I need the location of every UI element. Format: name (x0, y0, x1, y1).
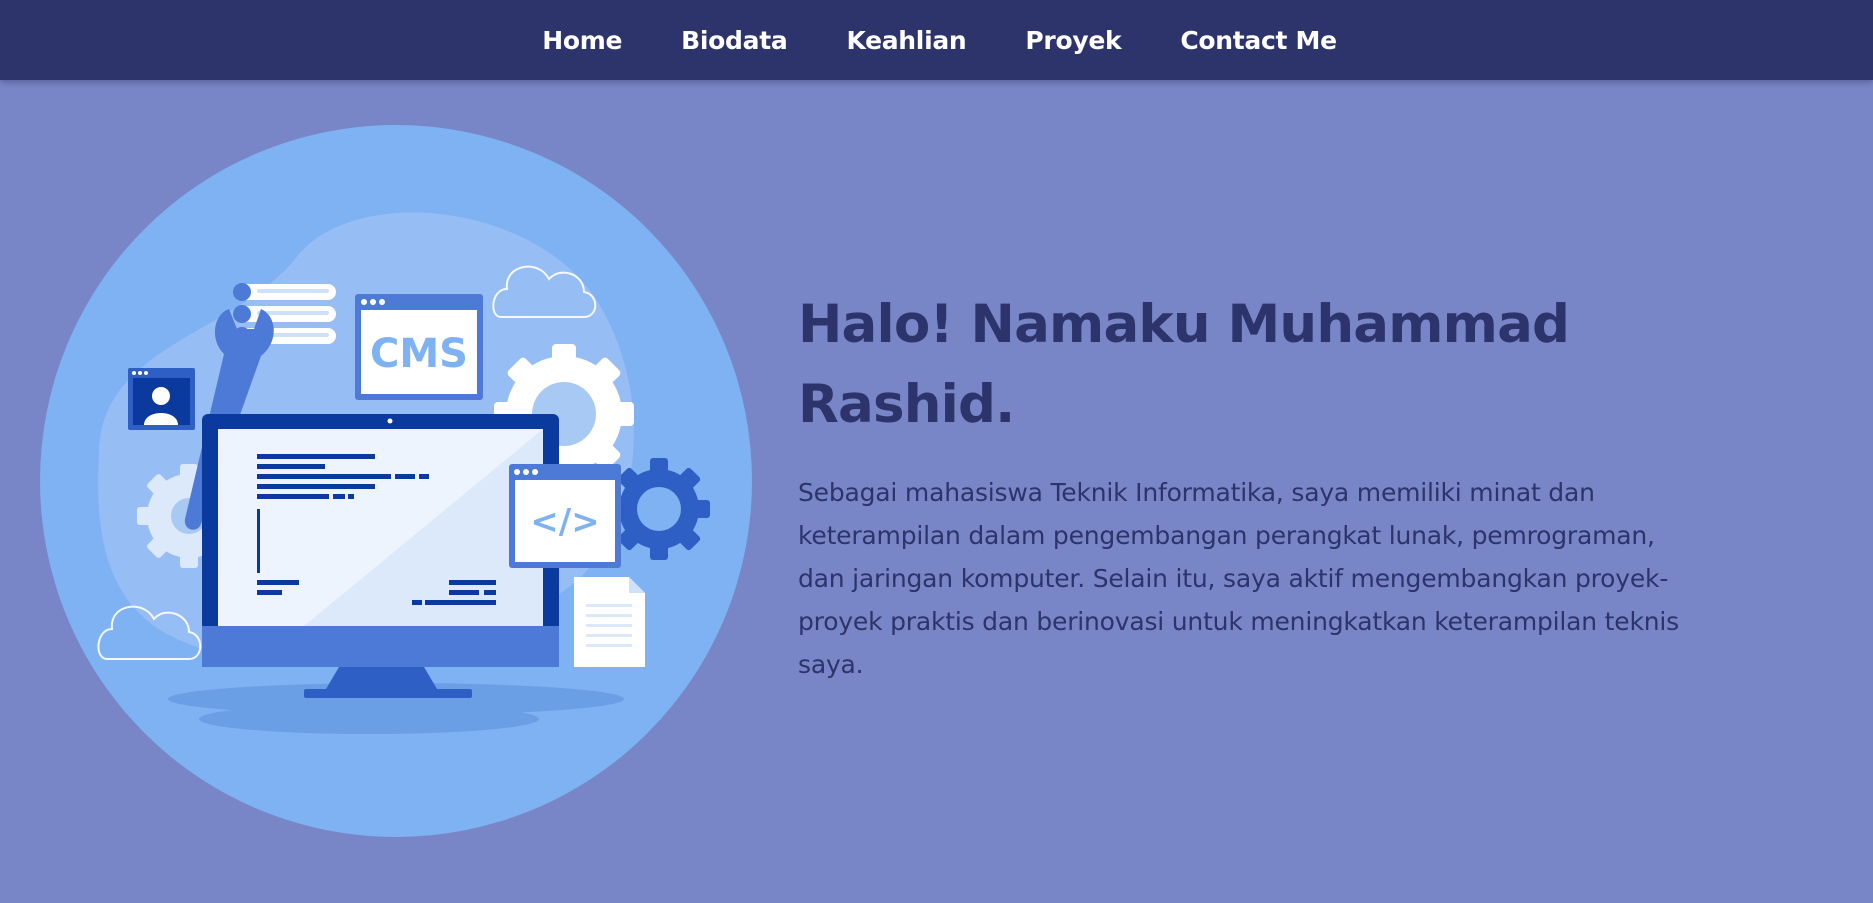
developer-illustration: CMS </> (40, 125, 752, 837)
gear-icon (608, 458, 710, 560)
top-navbar: Home Biodata Keahlian Proyek Contact Me (0, 0, 1873, 80)
monitor-icon (202, 414, 559, 698)
cms-window: CMS (355, 294, 483, 400)
document-icon (574, 577, 645, 667)
hero-description: Sebagai mahasiswa Teknik Informatika, sa… (798, 478, 1679, 679)
nav-link-keahlian[interactable]: Keahlian (846, 26, 966, 55)
nav-link-home[interactable]: Home (542, 26, 622, 55)
hero-intro: Halo! Namaku Muhammad Rashid. Sebagai ma… (798, 285, 1798, 686)
user-profile-icon (128, 368, 195, 430)
nav-link-proyek[interactable]: Proyek (1025, 26, 1121, 55)
code-label: </> (530, 502, 599, 542)
floor-shadow (199, 704, 539, 734)
hero-illustration: CMS </> (39, 124, 754, 839)
code-window: </> (509, 464, 621, 568)
hero-title: Halo! Namaku Muhammad Rashid. (798, 294, 1570, 435)
nav-link-contact-me[interactable]: Contact Me (1180, 26, 1337, 55)
nav-link-biodata[interactable]: Biodata (681, 26, 788, 55)
cms-label: CMS (370, 331, 468, 377)
